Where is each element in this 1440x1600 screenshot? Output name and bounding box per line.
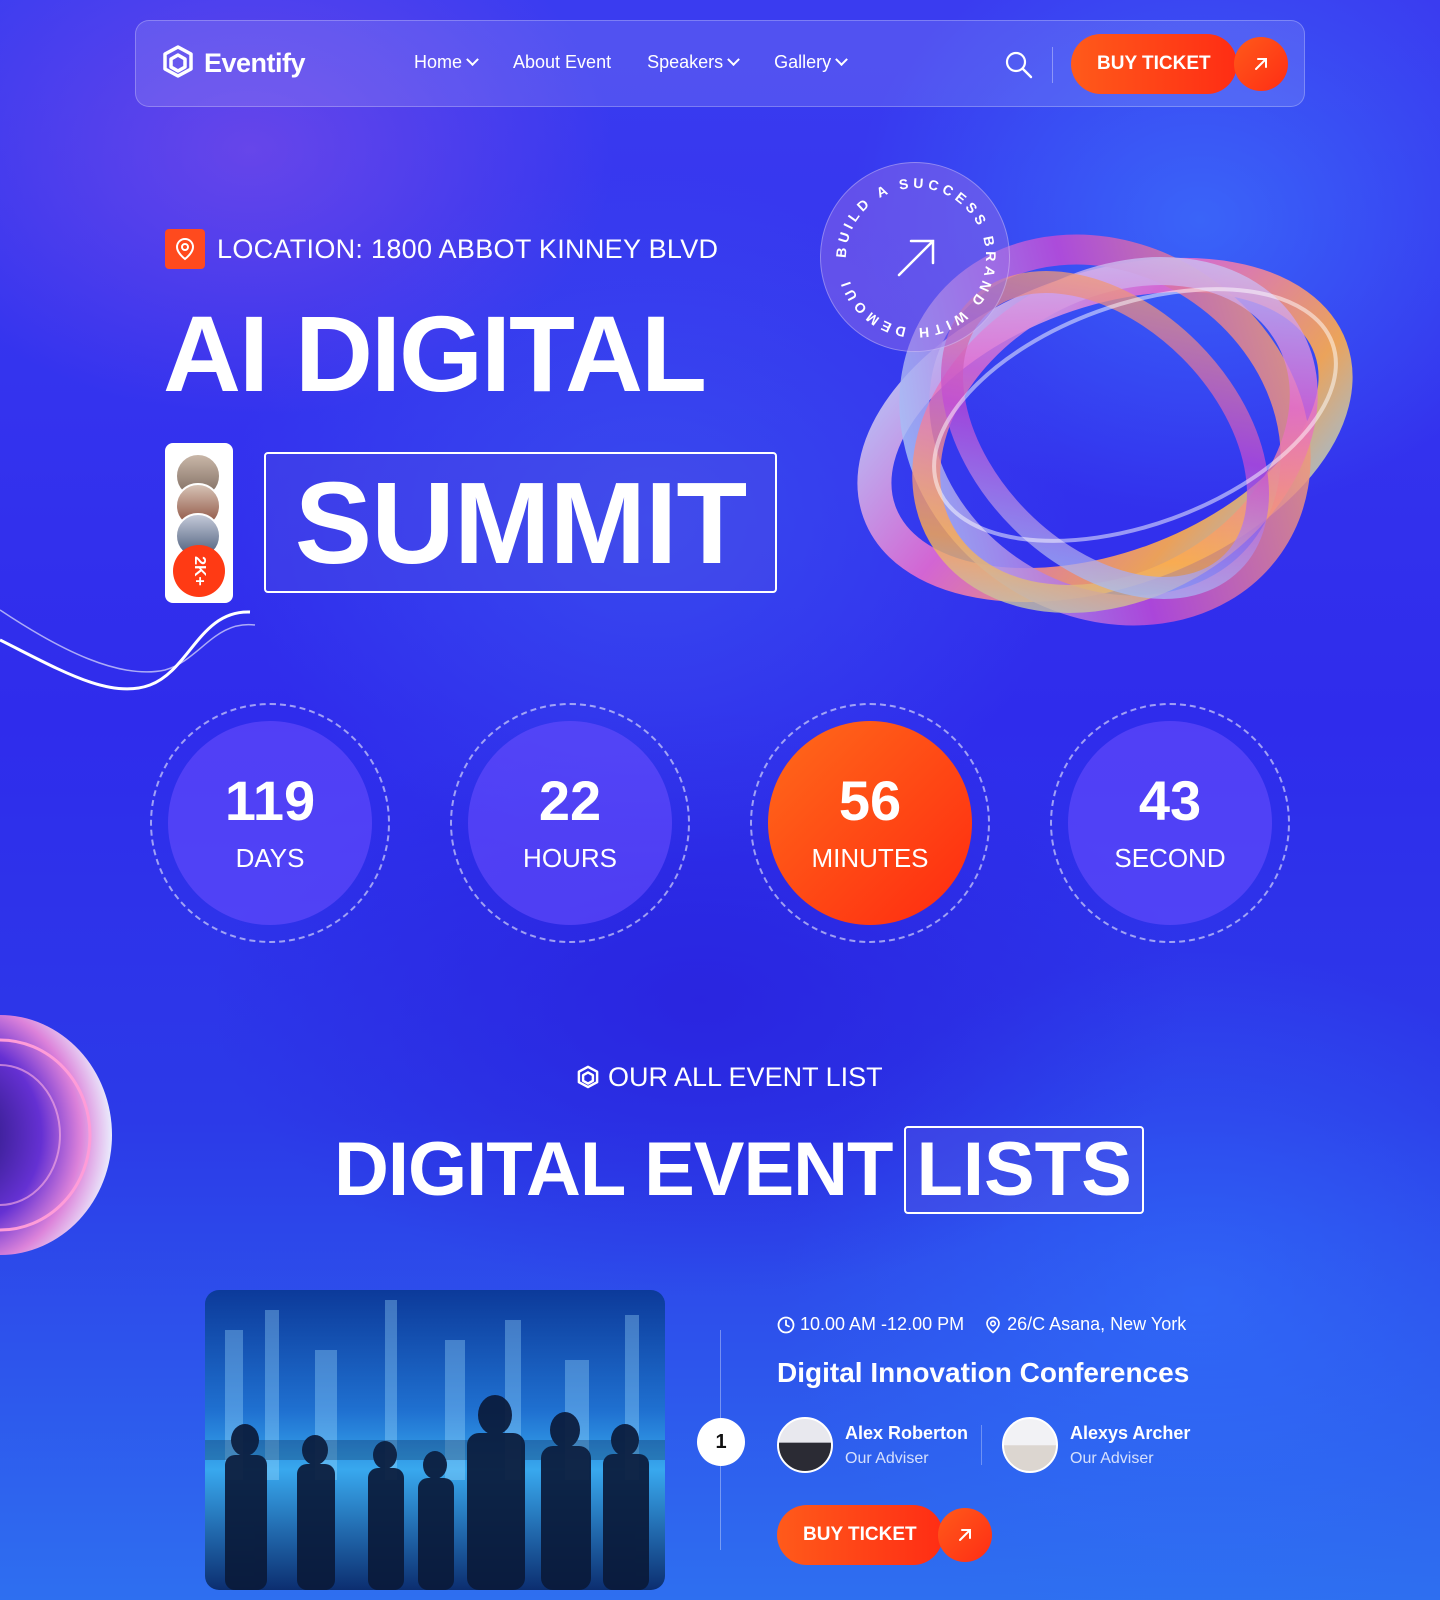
section-tag-label: OUR ALL EVENT LIST [608, 1062, 883, 1092]
arrow-up-right-icon [897, 239, 935, 277]
chevron-down-icon [466, 53, 479, 67]
countdown-minutes-circle: 56 MINUTES [768, 721, 972, 925]
chevron-down-icon [727, 53, 741, 67]
section-title-plain: DIGITAL EVENT [334, 1127, 893, 1212]
hero-title-line1: AI DIGITAL [163, 293, 707, 414]
event-photo-illustration [205, 1300, 665, 1590]
countdown-hours-circle: 22 HOURS [468, 721, 672, 925]
countdown-seconds-value: 43 [1138, 768, 1202, 832]
location-pin-icon [165, 229, 205, 269]
speaker-role: Our Adviser [845, 1449, 929, 1467]
navbar: Eventify Home About Event Speakers Galle… [135, 20, 1305, 107]
nav-speakers[interactable]: Speakers [647, 52, 741, 73]
countdown-seconds-label: SECOND [1114, 842, 1226, 873]
nav-about-event[interactable]: About Event [513, 52, 611, 73]
arrow-up-right-icon [1255, 58, 1267, 70]
event-place-text: 26/C Asana, New York [1007, 1314, 1187, 1334]
nav-buy-ticket-button[interactable]: BUY TICKET [1071, 34, 1237, 94]
eventify-logo-icon [577, 1065, 599, 1088]
glass-orb-left [0, 1015, 112, 1255]
main-menu: Home About Event Speakers Gallery [414, 52, 849, 73]
brand-name: Eventify [204, 47, 306, 78]
nav-gallery-label: Gallery [774, 52, 832, 72]
event-buy-ticket-button[interactable]: BUY TICKET [777, 1505, 943, 1565]
speaker-divider [981, 1425, 982, 1465]
event-image [205, 1290, 665, 1590]
nav-buy-ticket-arrow[interactable] [1234, 37, 1288, 91]
event-title[interactable]: Digital Innovation Conferences [777, 1357, 1189, 1389]
nav-home-label: Home [414, 52, 463, 72]
speaker-name: Alexys Archer [1070, 1422, 1191, 1443]
clock-icon [777, 1316, 795, 1333]
countdown-days-label: DAYS [235, 842, 305, 873]
nav-about-label: About Event [513, 52, 612, 72]
nav-gallery[interactable]: Gallery [774, 52, 849, 73]
countdown-minutes-label: MINUTES [811, 842, 929, 873]
nav-buy-ticket-label: BUY TICKET [1097, 53, 1211, 74]
chevron-down-icon [835, 53, 849, 67]
speaker-name: Alex Roberton [845, 1422, 969, 1443]
attendee-count-badge: 2K+ [173, 545, 225, 597]
countdown-hours-label: HOURS [523, 842, 617, 873]
event-place: 26/C Asana, New York [984, 1314, 1186, 1335]
speaker-role: Our Adviser [1070, 1449, 1154, 1467]
event-meta: 10.00 AM -12.00 PM 26/C Asana, New York [777, 1314, 1186, 1335]
nav-speakers-label: Speakers [647, 52, 724, 72]
section-title: DIGITAL EVENT LISTS [334, 1126, 1144, 1214]
countdown-days-value: 119 [224, 768, 316, 832]
countdown-days-circle: 119 DAYS [168, 721, 372, 925]
countdown-seconds-circle: 43 SECOND [1068, 721, 1272, 925]
section-tag: OUR ALL EVENT LIST [574, 1062, 883, 1093]
countdown-minutes: 56 MINUTES [750, 703, 990, 943]
event-location: LOCATION: 1800 ABBOT KINNEY BLVD [165, 229, 718, 269]
circular-badge-text: BUILD A SUCCESS BRAND WITH DEMOUI [833, 175, 995, 342]
speaker-card: Alexys Archer Our Adviser [1002, 1417, 1190, 1473]
section-title-boxed: LISTS [904, 1126, 1144, 1214]
arrow-up-right-icon [959, 1529, 971, 1541]
speaker-card: Alex Roberton Our Adviser [777, 1417, 968, 1473]
avatar [1002, 1417, 1058, 1473]
event-index-badge: 1 [697, 1418, 745, 1466]
search-icon[interactable] [1004, 50, 1034, 80]
nav-home[interactable]: Home [414, 52, 479, 73]
countdown-days: 119 DAYS [150, 703, 390, 943]
event-time-text: 10.00 AM -12.00 PM [800, 1314, 965, 1334]
event-time: 10.00 AM -12.00 PM [777, 1314, 964, 1335]
countdown-hours-value: 22 [538, 768, 602, 832]
avatar [777, 1417, 833, 1473]
attendee-count: 2K+ [190, 556, 208, 586]
nav-divider [1052, 47, 1053, 83]
countdown-seconds: 43 SECOND [1050, 703, 1290, 943]
decorative-wave [0, 609, 256, 691]
hero-title-line2: SUMMIT [264, 452, 777, 593]
countdown-hours: 22 HOURS [450, 703, 690, 943]
location-pin-icon [986, 1316, 1000, 1334]
brand-logo[interactable]: Eventify [158, 43, 306, 83]
location-text: LOCATION: 1800 ABBOT KINNEY BLVD [217, 233, 719, 264]
countdown-minutes-value: 56 [838, 768, 902, 832]
event-buy-ticket-label: BUY TICKET [803, 1524, 917, 1545]
circular-text-badge[interactable]: BUILD A SUCCESS BRAND WITH DEMOUI [820, 162, 1010, 352]
event-buy-ticket-arrow[interactable] [938, 1508, 992, 1562]
eventify-logo-icon [163, 45, 193, 78]
attendee-avatars: 2K+ [165, 443, 233, 603]
